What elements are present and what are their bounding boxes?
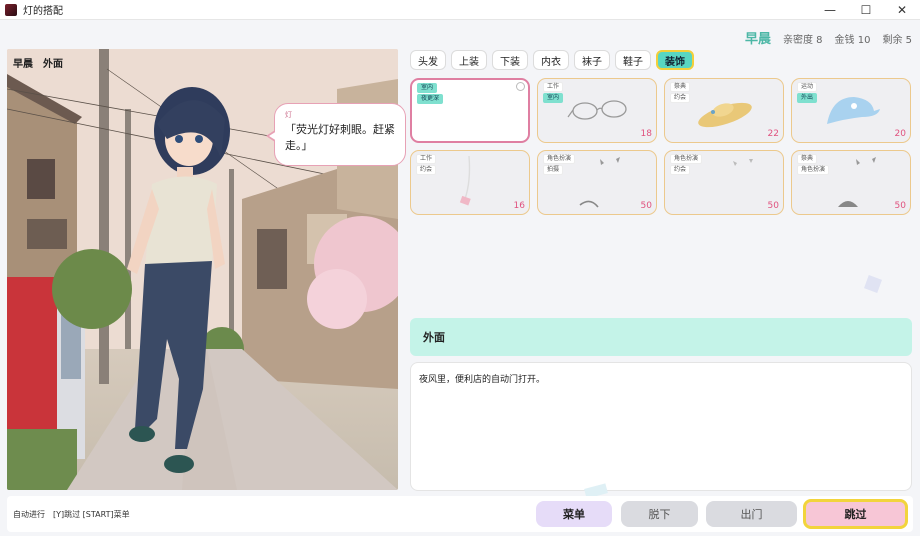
- item-tag: 约会: [416, 165, 437, 175]
- item-tag: 拍摄: [543, 165, 564, 175]
- item-price: 50: [767, 201, 779, 211]
- close-button[interactable]: ✕: [884, 0, 920, 20]
- speech-text: 「荧光灯好刺眼。赶紧走。」: [285, 123, 395, 152]
- item-price: 16: [513, 201, 525, 211]
- item-price: 20: [894, 129, 906, 139]
- skip-button[interactable]: 跳过: [803, 499, 908, 529]
- item-tag: 工作: [416, 154, 437, 164]
- location-description: 夜风里，便利店的自动门打开。: [410, 362, 912, 491]
- auto-advance-label[interactable]: 自动进行: [13, 509, 45, 520]
- item-tag: 祭典: [670, 82, 691, 92]
- item-tags: 室内 夜更深: [417, 83, 444, 104]
- tab-hair[interactable]: 头发: [410, 50, 446, 70]
- item-tags: 运动 外出: [797, 82, 818, 103]
- maximize-button[interactable]: ☐: [848, 0, 884, 20]
- key-hint-label: [Y]跳过 [START]菜单: [53, 510, 130, 519]
- item-card[interactable]: 运动 外出 20: [791, 78, 911, 143]
- item-price: 50: [894, 201, 906, 211]
- item-tag: 室内: [417, 83, 438, 93]
- location-header: 外面: [410, 318, 912, 356]
- item-card[interactable]: 室内 夜更深: [410, 78, 530, 143]
- remaining-stat: 剩余 5: [882, 35, 912, 46]
- tab-tops[interactable]: 上装: [451, 50, 487, 70]
- affection-stat: 亲密度 8: [783, 35, 823, 46]
- item-tag: 外出: [797, 93, 818, 103]
- undress-button[interactable]: 脱下: [621, 501, 698, 527]
- item-price: 50: [640, 201, 652, 211]
- item-tags: 角色扮演 约会: [670, 154, 703, 175]
- item-tag: 祭典: [797, 154, 818, 164]
- item-tag: 角色扮演: [797, 165, 830, 175]
- item-tags: 工作 室内: [543, 82, 564, 103]
- decorative-shape: [864, 275, 882, 293]
- item-tag: 约会: [670, 93, 691, 103]
- app-logo-icon: [5, 3, 17, 16]
- tab-underwear[interactable]: 内衣: [533, 50, 569, 70]
- equipped-indicator-icon: [516, 82, 525, 91]
- speech-bubble: 灯 「荧光灯好刺眼。赶紧走。」: [266, 103, 406, 166]
- item-tag: 夜更深: [417, 94, 444, 104]
- go-out-button[interactable]: 出门: [706, 501, 797, 527]
- item-card[interactable]: 工作 室内 18: [537, 78, 657, 143]
- item-tag: 室内: [543, 93, 564, 103]
- title-bar: 灯的搭配 — ☐ ✕: [0, 0, 920, 20]
- scene-location-label: 外面: [43, 59, 63, 70]
- item-tag: 工作: [543, 82, 564, 92]
- money-stat: 金钱 10: [834, 35, 871, 46]
- item-tags: 祭典 角色扮演: [797, 154, 830, 175]
- tab-bottoms[interactable]: 下装: [492, 50, 528, 70]
- item-card[interactable]: 祭典 约会 22: [664, 78, 784, 143]
- item-tag: 约会: [670, 165, 691, 175]
- item-price: 18: [640, 129, 652, 139]
- scene-time-label: 早晨: [13, 59, 33, 70]
- scene-labels: 早晨 外面: [13, 55, 63, 70]
- item-card[interactable]: 角色扮演 约会 50: [664, 150, 784, 215]
- window-controls: — ☐ ✕: [812, 0, 920, 20]
- tab-shoes[interactable]: 鞋子: [615, 50, 651, 70]
- tab-accessories[interactable]: 装饰: [656, 50, 694, 70]
- item-tags: 祭典 约会: [670, 82, 691, 103]
- item-tags: 角色扮演 拍摄: [543, 154, 576, 175]
- item-grid: 室内 夜更深 工作 室内 18 祭典 约会 22 运动 外出 20 工作 约会 …: [410, 78, 912, 215]
- tab-socks[interactable]: 袜子: [574, 50, 610, 70]
- minimize-button[interactable]: —: [812, 0, 848, 20]
- item-tags: 工作 约会: [416, 154, 437, 175]
- item-card[interactable]: 角色扮演 拍摄 50: [537, 150, 657, 215]
- control-hints: 自动进行 [Y]跳过 [START]菜单: [13, 509, 130, 520]
- item-price: 22: [767, 129, 779, 139]
- item-card[interactable]: 祭典 角色扮演 50: [791, 150, 911, 215]
- bottom-bar: 自动进行 [Y]跳过 [START]菜单 菜单 脱下 出门 跳过: [7, 496, 913, 532]
- speech-speaker: 灯: [285, 111, 292, 119]
- menu-button[interactable]: 菜单: [536, 501, 612, 527]
- item-tag: 角色扮演: [543, 154, 576, 164]
- status-bar: 早晨 亲密度 8 金钱 10 剩余 5: [744, 28, 912, 47]
- window-title: 灯的搭配: [23, 6, 63, 17]
- item-tag: 运动: [797, 82, 818, 92]
- item-tag: 角色扮演: [670, 154, 703, 164]
- item-card[interactable]: 工作 约会 16: [410, 150, 530, 215]
- time-of-day: 早晨: [744, 32, 771, 47]
- category-tabs: 头发 上装 下装 内衣 袜子 鞋子 装饰: [410, 50, 694, 70]
